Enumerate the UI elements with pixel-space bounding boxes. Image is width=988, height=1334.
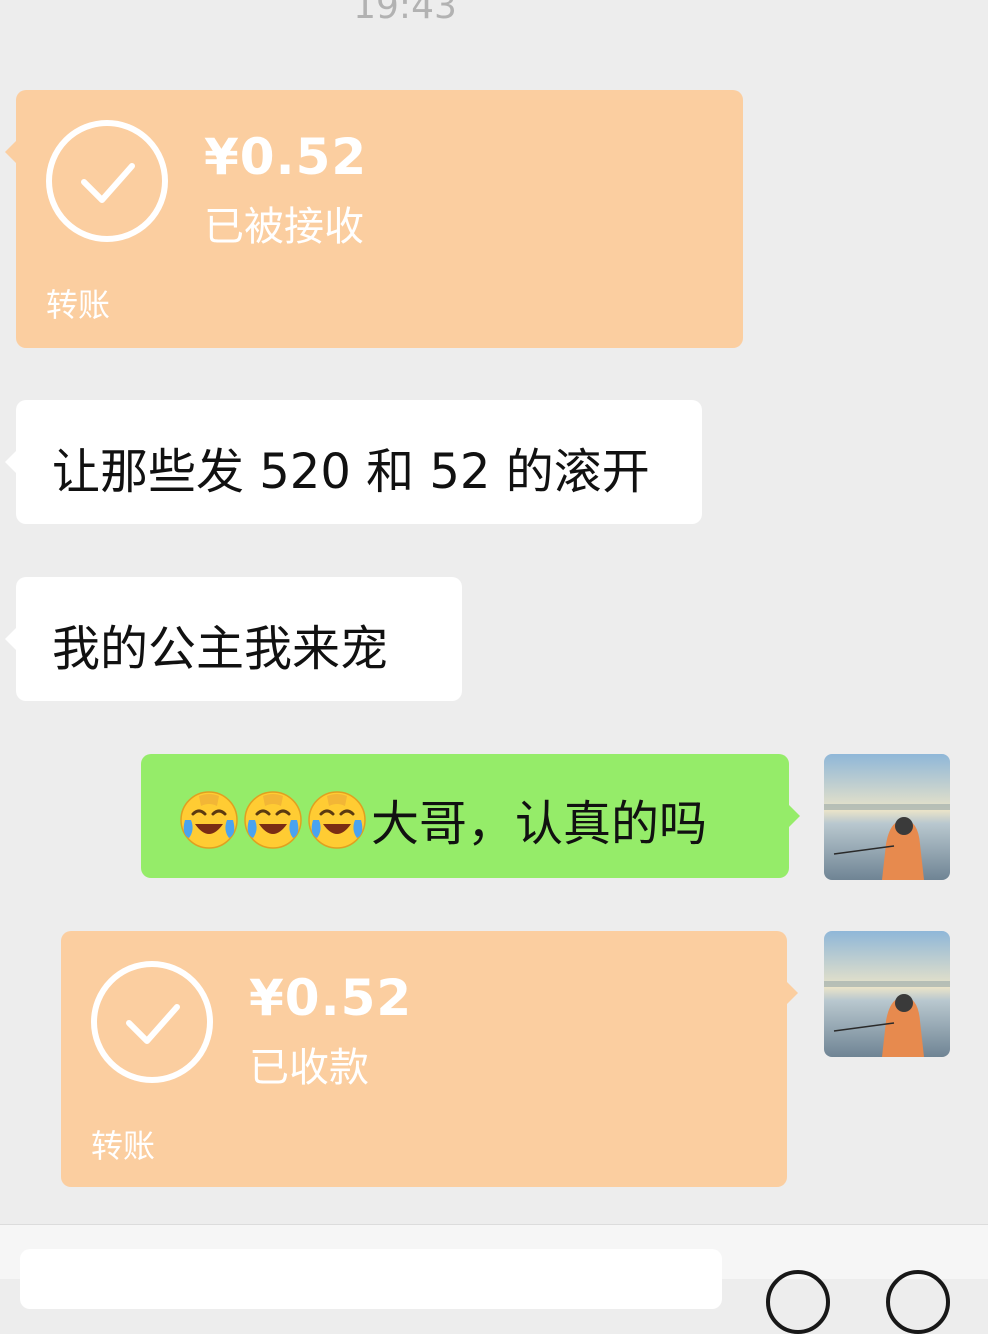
- user-avatar[interactable]: [824, 754, 950, 880]
- message-text: 大哥，认真的吗: [371, 796, 708, 852]
- message-bubble-incoming[interactable]: 让那些发 520 和 52 的滚开: [5, 400, 702, 524]
- transfer-label: 转账: [46, 286, 111, 324]
- transfer-status: 已收款: [249, 1045, 369, 1091]
- transfer-amount: ¥0.52: [249, 969, 413, 1027]
- transfer-bubble-outgoing[interactable]: ¥0.52 已收款 转账: [61, 931, 798, 1187]
- chat-timestamp: 19:43: [353, 0, 457, 27]
- transfer-amount: ¥0.52: [204, 128, 368, 186]
- user-avatar[interactable]: [824, 931, 950, 1057]
- transfer-bubble-incoming[interactable]: ¥0.52 已被接收 转账: [5, 90, 743, 348]
- message-text-row: 大哥，认真的吗: [179, 784, 707, 854]
- add-button-icon[interactable]: [886, 1270, 950, 1334]
- face-with-tears-of-joy-icon: [180, 791, 238, 849]
- input-bar: [0, 1224, 988, 1309]
- transfer-status: 已被接收: [204, 204, 364, 250]
- message-text: 让那些发 520 和 52 的滚开: [52, 444, 650, 500]
- face-with-tears-of-joy-icon: [244, 791, 302, 849]
- check-circle-icon: [46, 120, 168, 242]
- emoji-button-icon[interactable]: [766, 1270, 830, 1334]
- message-bubble-outgoing[interactable]: 大哥，认真的吗: [141, 754, 800, 878]
- check-circle-icon: [91, 961, 213, 1083]
- message-text: 我的公主我来宠: [52, 621, 389, 677]
- message-bubble-incoming[interactable]: 我的公主我来宠: [5, 577, 462, 701]
- face-with-tears-of-joy-icon: [308, 791, 366, 849]
- transfer-label: 转账: [91, 1127, 156, 1165]
- message-input[interactable]: [20, 1249, 722, 1309]
